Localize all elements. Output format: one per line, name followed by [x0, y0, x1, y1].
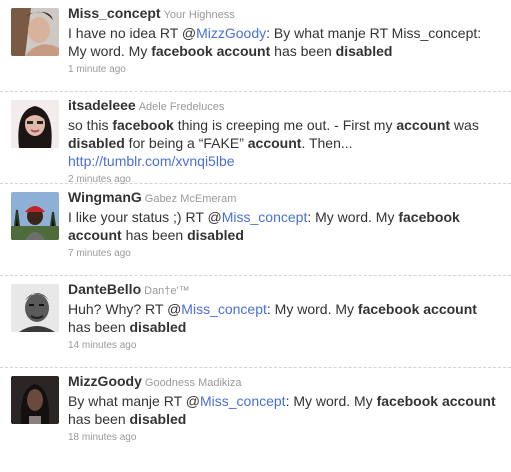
highlighted-term: account	[441, 393, 496, 409]
tweet-text-segment: so this	[68, 117, 113, 133]
tweet-link[interactable]: http://tumblr.com/xvnqi5lbe	[68, 153, 235, 169]
tweet-text-segment: thing is creeping me out. - First my	[173, 117, 397, 133]
timestamp-link[interactable]: 1 minute ago	[68, 64, 126, 75]
user-avatar[interactable]	[11, 376, 59, 424]
highlighted-term: disabled	[335, 43, 393, 59]
user-avatar[interactable]	[11, 192, 59, 240]
highlighted-term: account	[396, 117, 451, 133]
tweet-text-segment: : My word. My	[307, 209, 399, 225]
tweet-text-segment: . Then...	[301, 135, 353, 151]
screen-name-link[interactable]: itsadeleee	[68, 97, 136, 113]
user-avatar-photo-icon	[11, 192, 59, 240]
tweet-link[interactable]: MizzGoody	[196, 25, 266, 41]
highlighted-term: facebook	[112, 117, 174, 133]
screen-name-link[interactable]: MizzGoody	[68, 373, 142, 389]
full-name: Gabez McEmeram	[144, 193, 237, 205]
tweet-text: so this facebook thing is creeping me ou…	[68, 116, 503, 170]
tweet-text-segment: has been	[270, 43, 336, 59]
highlighted-term: disabled	[68, 135, 125, 151]
tweet-text-segment: : My word. My	[285, 393, 377, 409]
tweet-text-segment: has been	[68, 319, 130, 335]
user-avatar-photo-icon	[11, 100, 59, 148]
highlighted-term: disabled	[129, 319, 187, 335]
tweet-text-segment: I like your status ;) RT @	[68, 209, 222, 225]
tweet-link[interactable]: Miss_concept	[181, 301, 267, 317]
highlighted-term: account	[68, 227, 122, 243]
timestamp-link[interactable]: 18 minutes ago	[68, 432, 136, 443]
screen-name-link[interactable]: Miss_concept	[68, 5, 161, 21]
tweet-link[interactable]: Miss_concept	[200, 393, 286, 409]
timestamp-link[interactable]: 7 minutes ago	[68, 248, 131, 259]
tweet-text-segment: has been	[121, 227, 188, 243]
tweet-text: Huh? Why? RT @Miss_concept: My word. My …	[68, 300, 503, 336]
user-avatar[interactable]	[11, 284, 59, 332]
tweet-text-segment: for being a “FAKE”	[124, 135, 248, 151]
tweet-item: DanteBello Dan†e'™ Huh? Why? RT @Miss_con…	[0, 276, 511, 368]
highlighted-term: account	[216, 43, 271, 59]
highlighted-term: disabled	[129, 411, 187, 427]
tweet-item: Miss_concept Your Highness I have no idea…	[0, 0, 511, 92]
highlighted-term: facebook	[357, 301, 420, 317]
user-avatar[interactable]	[11, 100, 59, 148]
tweet-text: I like your status ;) RT @Miss_concept: …	[68, 208, 503, 244]
tweet-text: By what manje RT @Miss_concept: My word.…	[68, 392, 503, 428]
full-name: Adele Fredeluces	[138, 101, 225, 113]
user-avatar[interactable]	[11, 8, 59, 56]
highlighted-term: disabled	[187, 227, 244, 243]
tweet-text: I have no idea RT @MizzGoody: By what ma…	[68, 24, 503, 60]
highlighted-term: account	[247, 135, 302, 151]
full-name: Your Highness	[163, 9, 235, 21]
full-name: Goodness Madikiza	[144, 377, 242, 389]
highlighted-term: account	[423, 301, 477, 317]
user-avatar-photo-icon	[11, 376, 59, 424]
highlighted-term: facebook	[398, 209, 460, 225]
tweet-link[interactable]: Miss_concept	[222, 209, 308, 225]
tweet-text-segment: has been	[68, 411, 130, 427]
tweet-text-segment: By what manje RT @	[68, 393, 200, 409]
tweet-item: WingmanG Gabez McEmeram I like your statu…	[0, 184, 511, 276]
tweet-text-segment: Huh? Why? RT @	[68, 301, 182, 317]
screen-name-link[interactable]: WingmanG	[68, 189, 142, 205]
screen-name-link[interactable]: DanteBello	[68, 281, 141, 297]
user-avatar-photo-icon	[11, 284, 59, 332]
tweet-text-segment: I have no idea RT @	[68, 25, 197, 41]
highlighted-term: facebook	[151, 43, 213, 59]
tweet-item: MizzGoody Goodness Madikiza By what manje…	[0, 368, 511, 460]
user-avatar-photo-icon	[11, 8, 59, 56]
tweet-item: itsadeleee Adele Fredeluces so this faceb…	[0, 92, 511, 185]
tweet-text-segment: : My word. My	[266, 301, 358, 317]
tweet-feed: Miss_concept Your Highness I have no idea…	[0, 0, 511, 460]
tweet-text-segment: was	[450, 117, 479, 133]
highlighted-term: facebook	[376, 393, 439, 409]
timestamp-link[interactable]: 14 minutes ago	[68, 340, 136, 351]
full-name: Dan†e'™	[144, 285, 190, 297]
